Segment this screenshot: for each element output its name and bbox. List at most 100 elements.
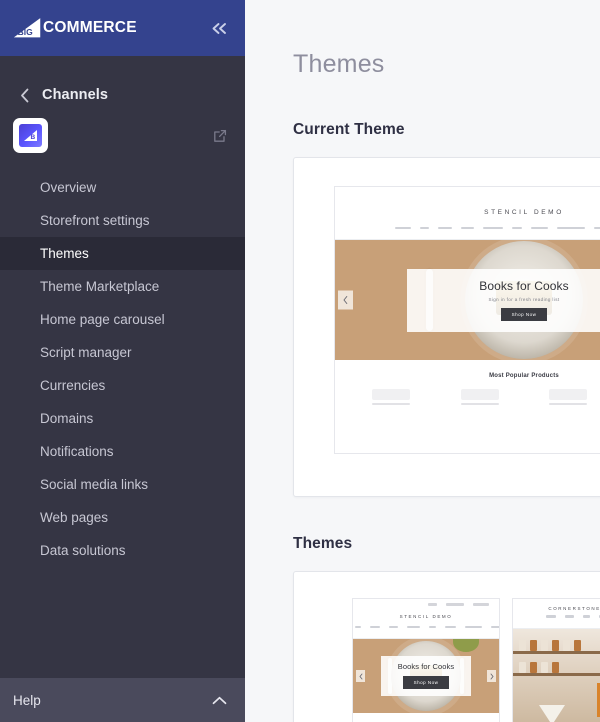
sidebar-item-overview[interactable]: Overview	[0, 171, 245, 204]
bigcommerce-channel-icon: B	[13, 118, 48, 153]
sidebar-item-label: Overview	[40, 180, 96, 195]
preview-store-name: STENCIL DEMO	[335, 197, 600, 227]
channel-row[interactable]: B	[0, 108, 245, 165]
preview-category-nav	[335, 227, 600, 241]
themes-grid: STENCIL DEMO	[294, 572, 600, 722]
sidebar-item-label: Script manager	[40, 345, 132, 360]
sidebar-item-currencies[interactable]: Currencies	[0, 369, 245, 402]
current-theme-card: STENCIL DEMO	[293, 157, 600, 497]
current-theme-heading: Current Theme	[293, 121, 600, 139]
sidebar-item-label: Web pages	[40, 510, 108, 525]
main-content: Themes Current Theme STENCIL DEMO	[245, 0, 600, 722]
hero-prev-arrow-icon[interactable]	[356, 670, 365, 682]
product-card	[549, 389, 587, 405]
preview-popular-heading: Most Popular Products	[335, 360, 600, 389]
sidebar-item-notifications[interactable]: Notifications	[0, 435, 245, 468]
sidebar-item-label: Social media links	[40, 477, 148, 492]
sidebar-item-data-solutions[interactable]: Data solutions	[0, 534, 245, 567]
nav-link	[491, 626, 499, 629]
help-bar[interactable]: Help	[0, 678, 245, 722]
nav-link	[395, 227, 411, 230]
nav-link	[465, 626, 482, 629]
thumb-category-nav	[513, 615, 600, 629]
hero-title: Books for Cooks	[385, 662, 468, 671]
nav-link	[583, 615, 590, 618]
channels-header: Channels	[0, 56, 245, 108]
nav-link	[429, 626, 436, 629]
utility-link	[446, 603, 464, 606]
chevron-double-left-icon[interactable]	[207, 16, 231, 40]
nav-link	[483, 227, 503, 230]
nav-link	[420, 227, 429, 230]
thumb-hero: Books for Cooks Shop Now	[353, 639, 499, 713]
themes-heading: Themes	[293, 535, 600, 553]
nav-link	[565, 615, 574, 618]
thumb-store-name: CORNERSTONE DEMO	[513, 599, 600, 615]
sidebar-item-script-manager[interactable]: Script manager	[0, 336, 245, 369]
chevron-left-icon[interactable]	[20, 88, 30, 103]
sidebar-item-label: Domains	[40, 411, 93, 426]
sidebar-item-social-media-links[interactable]: Social media links	[0, 468, 245, 501]
coffee-dripper	[539, 705, 565, 722]
product-card	[372, 389, 410, 405]
channels-title: Channels	[42, 87, 108, 103]
sidebar-item-label: Themes	[40, 246, 89, 261]
utility-link	[473, 603, 489, 606]
hero-shop-now-button[interactable]: Shop Now	[501, 308, 548, 321]
nav-link	[370, 626, 380, 629]
preview-hero: Books for Cooks Sign in for a fresh read…	[335, 240, 600, 360]
sidebar-item-label: Storefront settings	[40, 213, 150, 228]
preview-utility-nav	[335, 187, 600, 197]
hero-shop-now-button[interactable]: Shop Now	[403, 676, 450, 689]
nav-link	[445, 626, 456, 629]
sidebar-nav: Overview Storefront settings Themes Them…	[0, 171, 245, 567]
hero-prev-arrow-icon[interactable]	[338, 291, 353, 310]
themes-card: STENCIL DEMO	[293, 571, 600, 722]
thumb-store-name: STENCIL DEMO	[353, 606, 499, 626]
nav-link	[355, 626, 361, 629]
thumb-coffee-hero: Versatile and Modern Shop Now	[513, 629, 600, 722]
svg-text:BIG: BIG	[18, 27, 33, 37]
svg-text:B: B	[30, 134, 35, 141]
hero-olive-bowl	[453, 639, 479, 652]
current-theme-preview[interactable]: STENCIL DEMO	[334, 186, 600, 454]
sidebar: BIG COMMERCE Channels	[0, 0, 245, 722]
theme-thumbnail-cornerstone[interactable]: CORNERSTONE DEMO	[512, 598, 600, 722]
preview-product-grid	[335, 389, 600, 419]
sidebar-item-home-page-carousel[interactable]: Home page carousel	[0, 303, 245, 336]
bigcommerce-logo-mark-icon: BIG	[12, 17, 44, 39]
nav-link	[512, 227, 522, 230]
app-root: BIG COMMERCE Channels	[0, 0, 600, 722]
hero-next-arrow-icon[interactable]	[487, 670, 496, 682]
sidebar-item-label: Data solutions	[40, 543, 126, 558]
nav-link	[531, 227, 548, 230]
sidebar-item-storefront-settings[interactable]: Storefront settings	[0, 204, 245, 237]
bigcommerce-logo[interactable]: BIG COMMERCE	[12, 17, 137, 39]
sidebar-item-theme-marketplace[interactable]: Theme Marketplace	[0, 270, 245, 303]
nav-link	[438, 227, 452, 230]
sidebar-item-label: Home page carousel	[40, 312, 165, 327]
page-title: Themes	[293, 52, 600, 77]
sidebar-item-web-pages[interactable]: Web pages	[0, 501, 245, 534]
sidebar-item-themes[interactable]: Themes	[0, 237, 245, 270]
nav-link	[546, 615, 556, 618]
chevron-up-icon[interactable]	[212, 696, 227, 705]
product-card	[461, 389, 499, 405]
sidebar-item-label: Theme Marketplace	[40, 279, 159, 294]
sidebar-item-label: Notifications	[40, 444, 114, 459]
hero-title: Books for Cooks	[413, 279, 600, 293]
help-label: Help	[13, 693, 41, 708]
bigcommerce-logo-text: COMMERCE	[43, 20, 137, 36]
brand-bar: BIG COMMERCE	[0, 0, 245, 56]
nav-link	[594, 227, 600, 230]
theme-thumbnail-stencil[interactable]: STENCIL DEMO	[352, 598, 500, 722]
nav-link	[407, 626, 420, 629]
external-link-icon[interactable]	[209, 129, 231, 143]
sidebar-item-domains[interactable]: Domains	[0, 402, 245, 435]
hero-card: Books for Cooks Sign in for a fresh read…	[407, 269, 600, 332]
nav-link	[389, 626, 398, 629]
thumb-category-nav	[353, 626, 499, 640]
nav-link	[461, 227, 474, 230]
sidebar-item-label: Currencies	[40, 378, 105, 393]
nav-link	[557, 227, 585, 230]
